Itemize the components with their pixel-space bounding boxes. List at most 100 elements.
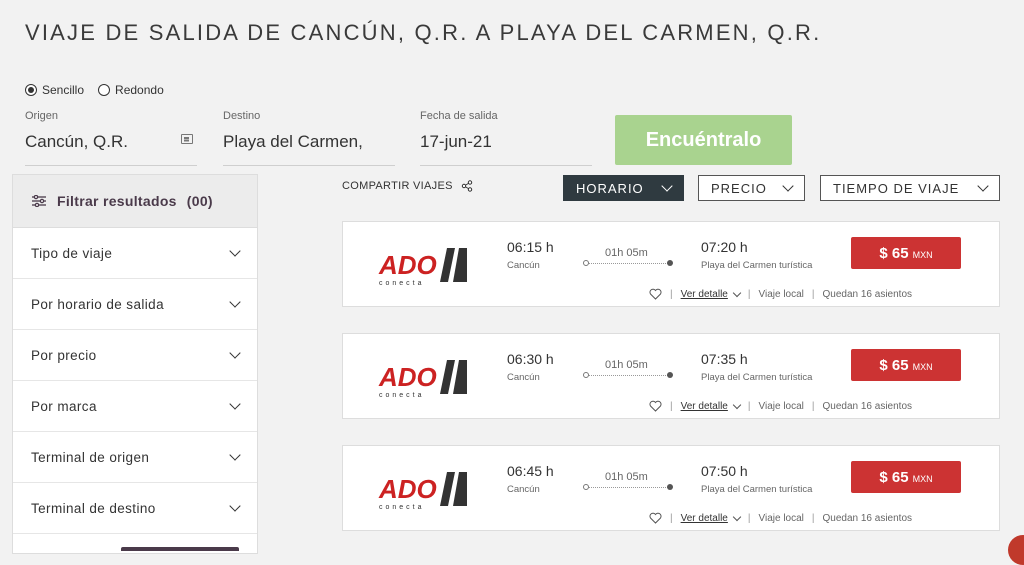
filter-origin-terminal[interactable]: Terminal de origen [13, 432, 257, 483]
radio-dot-icon [98, 84, 111, 96]
share-icon [461, 180, 472, 192]
filter-trip-type[interactable]: Tipo de viaje [13, 228, 257, 279]
filter-title: Filtrar resultados [57, 193, 177, 209]
destination-value[interactable]: Playa del Carmen, [223, 132, 395, 152]
trip-card[interactable]: ADO conecta 06:45 h Cancún 01h 05m 07:50… [342, 445, 1000, 531]
date-value[interactable]: 17-jun-21 [420, 132, 592, 152]
price-button[interactable]: $ 65 MXN [851, 237, 961, 269]
origin-dot [583, 372, 589, 378]
detail-label: Ver detalle [680, 400, 728, 412]
price-button[interactable]: $ 65 MXN [851, 461, 961, 493]
route-line [584, 375, 670, 376]
sort-precio-button[interactable]: PRECIO [698, 175, 805, 201]
apply-filter-button-edge[interactable] [121, 547, 239, 551]
separator: | [811, 400, 815, 412]
filter-sidebar: Filtrar resultados (00) Tipo de viaje Po… [12, 174, 258, 554]
svg-text:conecta: conecta [379, 504, 425, 510]
radio-sencillo[interactable]: Sencillo [25, 83, 84, 97]
seats-left: Quedan 16 asientos [822, 400, 913, 412]
filter-destination-terminal[interactable]: Terminal de destino [13, 483, 257, 534]
destination-field[interactable]: Destino Playa del Carmen, [223, 110, 395, 166]
destination-dot [667, 260, 673, 266]
see-detail-link[interactable]: Ver detalle [680, 288, 742, 300]
arrival-time: 07:35 h [701, 351, 748, 367]
trip-card[interactable]: ADO conecta 06:30 h Cancún 01h 05m 07:35… [342, 333, 1000, 419]
date-label: Fecha de salida [420, 110, 498, 122]
origin-label: Origen [25, 110, 59, 122]
origin-field[interactable]: Origen Cancún, Q.R. [25, 110, 197, 166]
svg-text:ADO: ADO [378, 362, 437, 392]
radio-redondo[interactable]: Redondo [98, 83, 164, 97]
see-detail-link[interactable]: Ver detalle [680, 400, 742, 412]
price-button[interactable]: $ 65 MXN [851, 349, 961, 381]
chevron-down-icon [229, 245, 241, 257]
sort-tiempo-button[interactable]: TIEMPO DE VIAJE [820, 175, 1000, 201]
chevron-down-icon [229, 347, 241, 359]
svg-text:conecta: conecta [379, 392, 425, 398]
origin-dot [583, 260, 589, 266]
ado-logo: ADO conecta [378, 360, 467, 398]
detail-label: Ver detalle [680, 288, 728, 300]
radio-label: Sencillo [42, 83, 85, 97]
sliders-icon [32, 195, 46, 207]
share-trips-link[interactable]: COMPARTIR VIAJES [342, 180, 473, 192]
trip-card[interactable]: ADO conecta 06:15 h Cancún 01h 05m 07:20… [342, 221, 1000, 307]
detail-label: Ver detalle [680, 512, 728, 524]
id-card-icon [181, 134, 193, 144]
trip-duration: 01h 05m [605, 471, 648, 483]
separator: | [811, 288, 815, 300]
separator: | [670, 512, 673, 524]
filter-label: Por horario de salida [31, 296, 164, 312]
route-line [584, 487, 670, 488]
origin-value[interactable]: Cancún, Q.R. [25, 132, 197, 152]
arrival-terminal: Playa del Carmen turística [701, 260, 813, 271]
price-amount: $ 65 [879, 356, 909, 374]
arrival-time: 07:20 h [701, 239, 748, 255]
sort-horario-button[interactable]: HORARIO [563, 175, 684, 201]
filter-departure-time[interactable]: Por horario de salida [13, 279, 257, 330]
chevron-down-icon [229, 449, 241, 461]
separator: | [670, 400, 673, 412]
separator: | [811, 512, 815, 524]
filter-price[interactable]: Por precio [13, 330, 257, 381]
filter-brand[interactable]: Por marca [13, 381, 257, 432]
separator: | [747, 512, 751, 524]
service-type: Viaje local [758, 400, 804, 412]
svg-text:ADO: ADO [378, 474, 437, 504]
chat-bubble-icon[interactable] [1008, 535, 1024, 565]
chevron-down-icon [732, 512, 742, 521]
trip-type-group: Sencillo Redondo [25, 83, 164, 97]
sort-label: HORARIO [576, 180, 644, 196]
ado-logo: ADO conecta [378, 472, 467, 510]
price-amount: $ 65 [879, 244, 909, 262]
date-field[interactable]: Fecha de salida 17-jun-21 [420, 110, 592, 166]
ado-logo: ADO conecta [378, 248, 467, 286]
svg-text:conecta: conecta [379, 280, 425, 286]
service-type: Viaje local [758, 512, 804, 524]
trip-meta: | Ver detalle | Viaje local | Quedan 16 … [649, 512, 912, 524]
chevron-down-icon [661, 180, 673, 192]
destination-dot [667, 484, 673, 490]
filter-label: Terminal de destino [31, 500, 156, 516]
heart-icon[interactable] [649, 288, 662, 300]
departure-terminal: Cancún [507, 260, 540, 271]
chevron-down-icon [229, 296, 241, 308]
price-currency: MXN [912, 473, 933, 484]
see-detail-link[interactable]: Ver detalle [680, 512, 742, 524]
page-title: VIAJE DE SALIDA DE CANCÚN, Q.R. A PLAYA … [25, 20, 822, 45]
chevron-down-icon [229, 500, 241, 512]
trip-meta: | Ver detalle | Viaje local | Quedan 16 … [649, 400, 912, 412]
separator: | [670, 288, 673, 300]
arrival-terminal: Playa del Carmen turística [701, 372, 813, 383]
chevron-down-icon [732, 400, 742, 409]
heart-icon[interactable] [649, 512, 662, 524]
price-amount: $ 65 [879, 468, 909, 486]
seats-left: Quedan 16 asientos [822, 512, 913, 524]
filter-label: Por marca [31, 398, 97, 414]
filter-header[interactable]: Filtrar resultados (00) [13, 175, 257, 228]
search-button[interactable]: Encuéntralo [615, 115, 792, 165]
arrival-time: 07:50 h [701, 463, 748, 479]
radio-dot-selected-icon [25, 84, 37, 96]
chevron-down-icon [977, 180, 989, 192]
heart-icon[interactable] [649, 400, 662, 412]
